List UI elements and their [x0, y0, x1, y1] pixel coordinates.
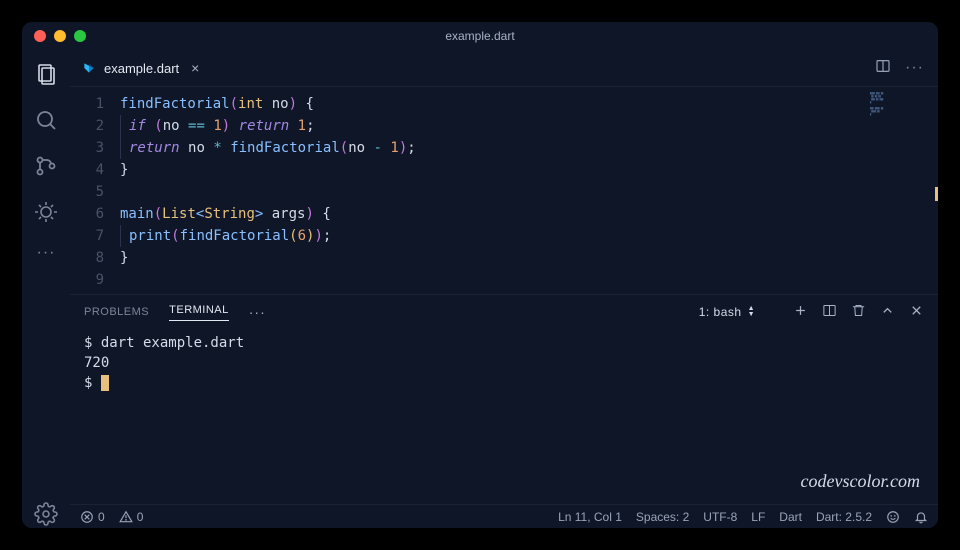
editor-overflow-icon[interactable]: ···	[905, 59, 924, 77]
dropdown-chevrons-icon: ▲▼	[748, 306, 755, 318]
status-dart-sdk[interactable]: Dart: 2.5.2	[816, 510, 872, 524]
main-column: example.dart × ··· 123456789 findFactori…	[70, 50, 938, 528]
status-errors[interactable]: 0	[80, 510, 105, 524]
editor-actions: ···	[875, 58, 938, 79]
activity-bar: ···	[22, 50, 70, 528]
split-editor-icon[interactable]	[875, 58, 891, 79]
panel-tabs-overflow-icon[interactable]: ···	[249, 304, 266, 320]
statusbar: 0 0 Ln 11, Col 1 Spaces: 2 UTF-8 LF Dart…	[70, 504, 938, 528]
status-cursor-position[interactable]: Ln 11, Col 1	[558, 510, 622, 524]
panel-actions	[783, 303, 924, 321]
editor-area[interactable]: 123456789 findFactorial(int no) {if (no …	[70, 86, 938, 294]
titlebar: example.dart	[22, 22, 938, 50]
status-indentation[interactable]: Spaces: 2	[636, 510, 689, 524]
tab-example-dart[interactable]: example.dart ×	[70, 50, 211, 86]
traffic-lights	[34, 30, 86, 42]
source-control-icon[interactable]	[32, 152, 60, 180]
tabs-row: example.dart × ···	[70, 50, 938, 86]
maximize-window-button[interactable]	[74, 30, 86, 42]
status-eol[interactable]: LF	[751, 510, 765, 524]
status-warnings[interactable]: 0	[119, 510, 144, 524]
dart-file-icon	[82, 61, 96, 75]
error-icon	[80, 510, 94, 524]
warning-icon	[119, 510, 133, 524]
status-feedback-icon[interactable]	[886, 510, 900, 524]
body-area: ··· example.dart × ···	[22, 50, 938, 528]
editor-window: example.dart ···	[22, 22, 938, 528]
minimap-highlight	[935, 187, 938, 201]
status-encoding[interactable]: UTF-8	[703, 510, 737, 524]
window-title: example.dart	[445, 29, 514, 43]
tab-filename: example.dart	[104, 61, 179, 76]
close-window-button[interactable]	[34, 30, 46, 42]
panel-tab-problems[interactable]: PROBLEMS	[84, 306, 149, 318]
close-panel-icon[interactable]	[909, 303, 924, 321]
tab-close-icon[interactable]: ×	[191, 60, 199, 76]
status-bell-icon[interactable]	[914, 510, 928, 524]
panel-tab-terminal[interactable]: TERMINAL	[169, 304, 229, 321]
bottom-panel: PROBLEMS TERMINAL ··· 1: bash ▲▼	[70, 294, 938, 504]
code-content[interactable]: findFactorial(int no) {if (no == 1) retu…	[120, 87, 938, 294]
new-terminal-icon[interactable]	[793, 303, 808, 321]
terminal-output[interactable]: $ dart example.dart720$	[70, 329, 938, 504]
kill-terminal-icon[interactable]	[851, 303, 866, 321]
panel-tabs: PROBLEMS TERMINAL ··· 1: bash ▲▼	[70, 295, 938, 329]
search-icon[interactable]	[32, 106, 60, 134]
maximize-panel-icon[interactable]	[880, 303, 895, 321]
status-language[interactable]: Dart	[779, 510, 802, 524]
minimap[interactable]: ████ ███ ██ ██ ██ ██ ███ ██ ███████ ████…	[868, 91, 938, 151]
activity-overflow-icon[interactable]: ···	[37, 244, 56, 262]
split-terminal-icon[interactable]	[822, 303, 837, 321]
terminal-selector-label: 1: bash	[699, 305, 742, 319]
line-gutter: 123456789	[70, 87, 120, 294]
settings-gear-icon[interactable]	[32, 500, 60, 528]
debug-icon[interactable]	[32, 198, 60, 226]
explorer-icon[interactable]	[32, 60, 60, 88]
minimize-window-button[interactable]	[54, 30, 66, 42]
terminal-selector[interactable]: 1: bash ▲▼	[699, 305, 763, 319]
